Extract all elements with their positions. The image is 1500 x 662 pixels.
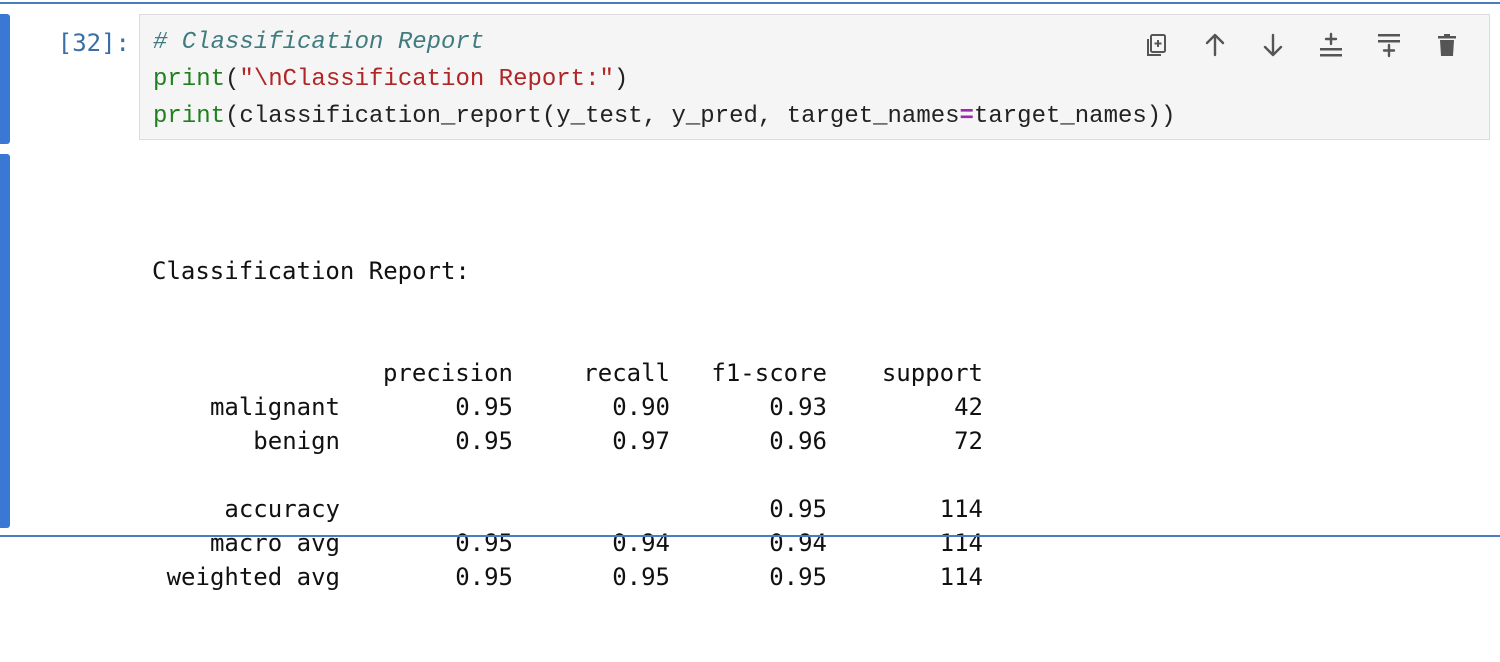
classification-report-table: precision recall f1-score support malign… xyxy=(152,356,983,594)
header-precision: precision xyxy=(382,359,513,387)
copy-cell-button[interactable] xyxy=(1139,29,1175,65)
move-down-icon xyxy=(1259,31,1287,63)
header-recall: recall xyxy=(583,359,670,387)
report-header-row: precision recall f1-score support xyxy=(152,356,983,390)
support-cell: 114 xyxy=(939,563,983,591)
spacer-cell xyxy=(152,458,983,492)
copy-cell-icon xyxy=(1143,31,1171,63)
precision-cell: 0.95 xyxy=(455,393,513,421)
f1-score-cell: 0.95 xyxy=(769,495,827,523)
report-row: weighted avg 0.95 0.95 0.95 114 xyxy=(152,560,983,594)
cell-output: Classification Report: precision recall … xyxy=(152,186,983,662)
row-label: malignant xyxy=(209,393,340,421)
recall-cell: 0.94 xyxy=(612,529,670,557)
insert-above-icon xyxy=(1317,31,1345,63)
move-up-icon xyxy=(1201,31,1229,63)
support-cell: 72 xyxy=(954,427,983,455)
code-token: # Classification Report xyxy=(153,29,485,56)
insert-below-button[interactable] xyxy=(1371,29,1407,65)
insert-below-icon xyxy=(1375,31,1403,63)
move-up-button[interactable] xyxy=(1197,29,1233,65)
precision-cell xyxy=(340,492,513,526)
row-label: benign xyxy=(253,427,340,455)
input-prompt: [32]: xyxy=(57,29,130,57)
f1-score-cell: 0.95 xyxy=(769,563,827,591)
code-token: (classification_report(y_test, y_pred, t… xyxy=(225,103,960,130)
code-token: ) xyxy=(613,66,629,93)
report-row: malignant 0.95 0.90 0.93 42 xyxy=(152,390,983,424)
report-spacer-row xyxy=(152,458,983,492)
report-row: benign 0.95 0.97 0.96 72 xyxy=(152,424,983,458)
output-collapser[interactable] xyxy=(0,154,10,528)
report-row: accuracy 0.95 114 xyxy=(152,492,983,526)
header-label xyxy=(152,356,340,390)
precision-cell: 0.95 xyxy=(455,563,513,591)
cell-bottom-border xyxy=(0,535,1500,537)
report-row: macro avg 0.95 0.94 0.94 114 xyxy=(152,526,983,560)
f1-score-cell: 0.96 xyxy=(769,427,827,455)
support-cell: 114 xyxy=(939,495,983,523)
recall-cell xyxy=(513,492,670,526)
code-token: = xyxy=(959,103,974,130)
support-cell: 114 xyxy=(939,529,983,557)
precision-cell: 0.95 xyxy=(455,529,513,557)
code-editor[interactable]: # Classification Report print("\nClassifi… xyxy=(139,14,1490,140)
insert-above-button[interactable] xyxy=(1313,29,1349,65)
code-token: "\nClassification Report:" xyxy=(239,66,614,93)
recall-cell: 0.97 xyxy=(612,427,670,455)
delete-icon xyxy=(1433,31,1461,63)
row-label: macro avg xyxy=(209,529,340,557)
code-line[interactable]: print(classification_report(y_test, y_pr… xyxy=(153,98,1176,135)
f1-score-cell: 0.93 xyxy=(769,393,827,421)
recall-cell: 0.95 xyxy=(612,563,670,591)
row-label: weighted avg xyxy=(166,563,340,591)
cell-toolbar xyxy=(1139,29,1465,65)
code-token: target_names)) xyxy=(973,103,1176,130)
recall-cell: 0.90 xyxy=(612,393,670,421)
code-token: ( xyxy=(225,66,240,93)
move-down-button[interactable] xyxy=(1255,29,1291,65)
row-label: accuracy xyxy=(224,495,340,523)
code-line[interactable]: print("\nClassification Report:") xyxy=(153,61,1176,98)
notebook-cell[interactable]: [32]: # Classification Report print("\nCl… xyxy=(0,0,1500,591)
code-token: print xyxy=(153,103,226,130)
code-line[interactable]: # Classification Report xyxy=(153,24,1176,61)
output-title: Classification Report: xyxy=(152,257,470,285)
f1-score-cell: 0.94 xyxy=(769,529,827,557)
support-cell: 42 xyxy=(954,393,983,421)
header-support: support xyxy=(881,359,983,387)
input-collapser[interactable] xyxy=(0,14,10,144)
delete-button[interactable] xyxy=(1429,29,1465,65)
code-text[interactable]: # Classification Report print("\nClassifi… xyxy=(153,24,1176,135)
cell-top-border xyxy=(0,2,1500,4)
code-token: print xyxy=(153,66,226,93)
precision-cell: 0.95 xyxy=(455,427,513,455)
header-f1-score: f1-score xyxy=(711,359,827,387)
